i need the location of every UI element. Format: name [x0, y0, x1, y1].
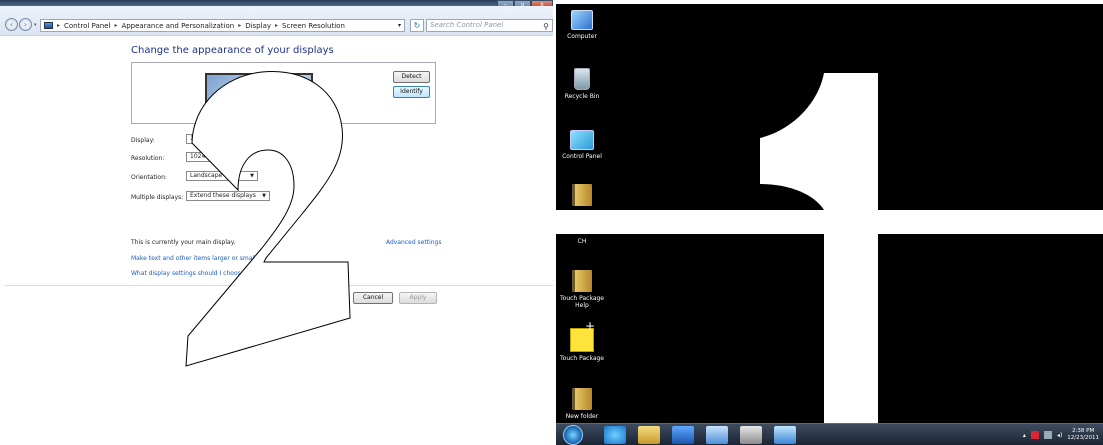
- breadcrumb-arrow-icon[interactable]: ▸: [275, 22, 278, 29]
- orientation-value: Landscape: [190, 172, 223, 179]
- show-hidden-icons-icon[interactable]: ▴: [1023, 432, 1026, 439]
- page-title: Change the appearance of your displays: [131, 45, 334, 56]
- search-icon[interactable]: ⚲: [543, 21, 549, 32]
- resolution-select[interactable]: 1024 × 768 ▼: [186, 152, 237, 162]
- advanced-settings-link[interactable]: Advanced settings: [386, 239, 441, 246]
- desktop-icon-label: New folder: [565, 413, 599, 420]
- desktop-icon-label: Touch Package Help: [560, 295, 604, 309]
- desktop-icon-control-panel[interactable]: Control Panel: [556, 130, 608, 160]
- breadcrumb-screen-resolution[interactable]: Screen Resolution: [282, 22, 345, 30]
- desktop-icon-touch-package-help[interactable]: Touch Package Help: [556, 270, 608, 309]
- breadcrumb-arrow-icon[interactable]: ▸: [238, 22, 241, 29]
- desktop-icon-computer[interactable]: Computer: [556, 10, 608, 40]
- desktop-icon-recycle-bin[interactable]: Recycle Bin: [556, 68, 608, 100]
- network-icon[interactable]: [1043, 431, 1052, 439]
- desktop-icon-ch[interactable]: [556, 184, 608, 209]
- chevron-down-icon: ▼: [229, 154, 233, 160]
- media-player-icon[interactable]: [672, 426, 694, 444]
- recycle-bin-icon: [574, 68, 590, 90]
- desktop-icon-ch-label-area[interactable]: CH: [556, 238, 608, 245]
- ok-button[interactable]: OK: [311, 292, 347, 304]
- orientation-select[interactable]: Landscape ▼: [186, 171, 258, 181]
- breadcrumb-arrow-icon[interactable]: ▸: [114, 22, 117, 29]
- forward-button[interactable]: ›: [19, 18, 32, 31]
- search-input[interactable]: Search Control Panel ⚲: [426, 19, 553, 32]
- identify-number-1: [760, 73, 878, 445]
- resolution-value: 1024 × 768: [190, 153, 226, 160]
- display-label: Display:: [131, 137, 155, 144]
- clock[interactable]: 2:38 PM 12/23/2011: [1067, 428, 1099, 442]
- desktop-icon-label: Touch Package: [560, 355, 604, 362]
- refresh-button[interactable]: ↻: [410, 19, 424, 32]
- chevron-down-icon: ▼: [262, 193, 266, 199]
- folder-icon: [572, 270, 592, 292]
- start-button[interactable]: [563, 425, 583, 445]
- monitor-thumbnail-graphic: [217, 83, 249, 115]
- monitor-thumbnail[interactable]: [205, 73, 313, 119]
- desktop-icon-label: Recycle Bin: [564, 93, 600, 100]
- monitor-1-gap: [556, 210, 1103, 234]
- multiple-displays-select[interactable]: Extend these displays ▼: [186, 191, 270, 201]
- desktop-icon-label: Computer: [567, 33, 597, 40]
- action-center-flag-icon[interactable]: [1030, 431, 1039, 439]
- monitor-2-screen: – ▫ x ‹ › ▾ ▸ Control Panel ▸ Appearance…: [0, 0, 553, 445]
- desktop-icon-label: Control Panel: [562, 153, 602, 160]
- volume-icon[interactable]: ◂): [1057, 432, 1062, 439]
- apply-button[interactable]: Apply: [399, 292, 437, 304]
- multiple-displays-value: Extend these displays: [190, 192, 256, 199]
- file-explorer-icon[interactable]: [638, 426, 660, 444]
- display-settings-help-link[interactable]: What display settings should I choose?: [131, 270, 248, 277]
- screen-resolution-taskbar-icon[interactable]: [706, 426, 728, 444]
- main-display-status: This is currently your main display.: [131, 239, 236, 246]
- address-bar: ‹ › ▾ ▸ Control Panel ▸ Appearance and P…: [0, 6, 553, 36]
- breadcrumb-appearance[interactable]: Appearance and Personalization: [121, 22, 234, 30]
- chevron-down-icon: ▼: [250, 173, 254, 179]
- breadcrumb-control-panel[interactable]: Control Panel: [64, 22, 110, 30]
- desktop-icon-touch-package[interactable]: Touch Package: [556, 323, 608, 362]
- display-preview: Detect Identify: [131, 62, 436, 124]
- breadcrumb-display[interactable]: Display: [245, 22, 271, 30]
- breadcrumb-arrow-icon[interactable]: ▸: [57, 22, 60, 29]
- identify-button[interactable]: Identify: [393, 86, 430, 98]
- system-tray: ▴ ◂) 2:38 PM 12/23/2011: [1023, 424, 1103, 445]
- address-dropdown-icon[interactable]: ▾: [398, 22, 401, 29]
- chevron-down-icon: ▼: [273, 136, 277, 142]
- recent-pages-chevron-icon[interactable]: ▾: [34, 22, 37, 28]
- detect-button[interactable]: Detect: [393, 71, 430, 83]
- computer-icon: [571, 10, 593, 30]
- back-button[interactable]: ‹: [5, 18, 18, 31]
- text-size-link[interactable]: Make text and other items larger or smal…: [131, 255, 262, 262]
- display-value: 1.: [190, 135, 196, 142]
- touch-package-icon: [570, 323, 595, 352]
- divider: [5, 285, 553, 286]
- resolution-label: Resolution:: [131, 155, 165, 162]
- orientation-label: Orientation:: [131, 174, 167, 181]
- search-placeholder: Search Control Panel: [430, 21, 504, 29]
- control-panel-icon: [570, 130, 594, 150]
- multiple-displays-label: Multiple displays:: [131, 194, 184, 201]
- control-panel-icon: [44, 22, 53, 29]
- internet-explorer-icon[interactable]: [604, 426, 626, 444]
- clock-date: 12/23/2011: [1067, 435, 1099, 441]
- folder-icon: [572, 184, 592, 206]
- desktop-icon-new-folder[interactable]: New folder: [556, 388, 608, 420]
- desktop-icon-label: CH: [577, 238, 587, 245]
- folder-icon: [572, 388, 592, 410]
- paint-icon[interactable]: [740, 426, 762, 444]
- control-panel-taskbar-icon[interactable]: [774, 426, 796, 444]
- cancel-button[interactable]: Cancel: [353, 292, 393, 304]
- breadcrumb[interactable]: ▸ Control Panel ▸ Appearance and Persona…: [40, 19, 405, 32]
- display-select[interactable]: 1. ▼: [186, 134, 281, 144]
- clock-time: 2:38 PM: [1072, 428, 1095, 434]
- taskbar: ▴ ◂) 2:38 PM 12/23/2011: [556, 423, 1103, 445]
